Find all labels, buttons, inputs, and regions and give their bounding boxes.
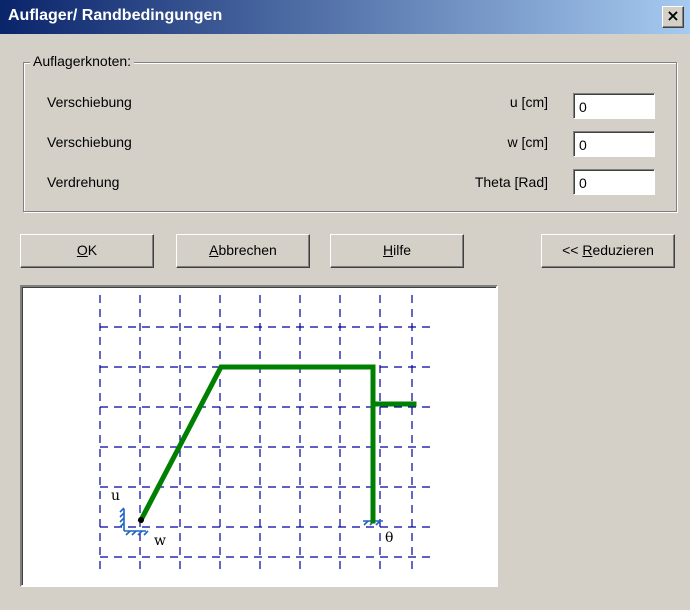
reduce-prefix: << xyxy=(562,242,583,258)
label-w: w xyxy=(154,533,166,549)
reduce-label-rest: eduzieren xyxy=(592,242,654,258)
help-button[interactable]: Hilfe xyxy=(330,234,464,268)
unit-label-theta: Theta [Rad] xyxy=(474,174,548,190)
cancel-label-rest: bbrechen xyxy=(218,242,277,258)
label-theta: θ xyxy=(385,530,393,546)
structure-preview: u w θ xyxy=(20,285,498,587)
frame-main xyxy=(137,364,376,524)
cancel-button[interactable]: Abbrechen xyxy=(176,234,310,268)
title-bar[interactable]: Auflager/ Randbedingungen × xyxy=(0,0,690,34)
group-legend: Auflagerknoten: xyxy=(30,53,135,69)
row-label-w: Verschiebung xyxy=(47,134,132,150)
reduce-button[interactable]: << Reduzieren xyxy=(541,234,675,268)
u-input[interactable]: 0 xyxy=(573,93,655,119)
grid xyxy=(99,295,432,569)
label-u: u xyxy=(111,488,120,504)
close-button[interactable]: × xyxy=(662,6,684,28)
theta-input[interactable]: 0 xyxy=(573,169,655,195)
support-node xyxy=(138,517,144,523)
unit-label-w: w [cm] xyxy=(507,134,548,150)
help-mnemonic: H xyxy=(382,242,394,258)
window-title: Auflager/ Randbedingungen xyxy=(8,7,223,24)
reduce-mnemonic: R xyxy=(582,242,593,258)
row-label-u: Verschiebung xyxy=(47,94,132,110)
structure-diagram: u w θ xyxy=(99,295,432,569)
close-icon: × xyxy=(666,6,680,25)
row-label-theta: Verdrehung xyxy=(47,174,120,190)
ok-button[interactable]: OK xyxy=(20,234,154,268)
ok-label-rest: K xyxy=(87,242,98,258)
w-input[interactable]: 0 xyxy=(573,131,655,157)
help-label-rest: ilfe xyxy=(393,242,412,258)
frame-members xyxy=(137,364,417,524)
unit-label-u: u [cm] xyxy=(509,94,548,110)
ok-mnemonic: O xyxy=(76,242,88,258)
